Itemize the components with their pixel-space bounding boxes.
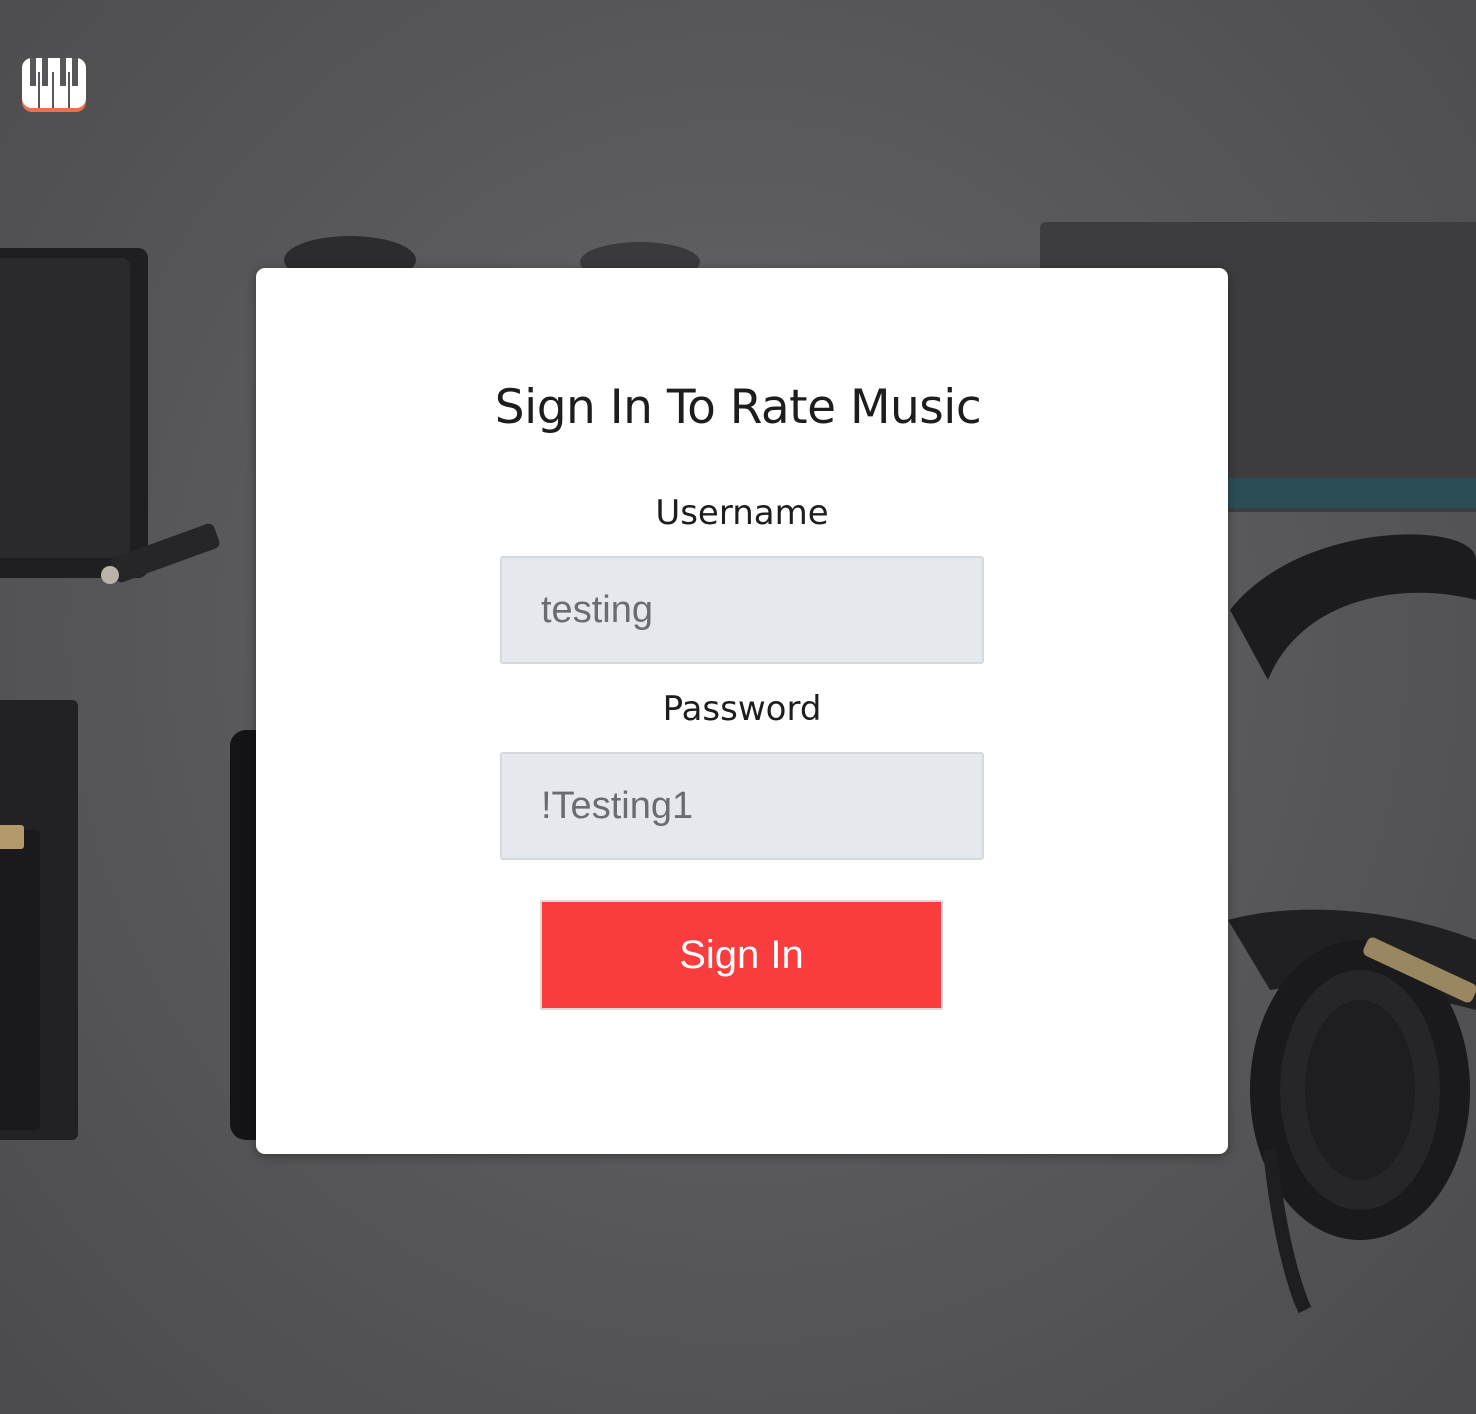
password-label: Password [662,689,822,729]
password-field[interactable] [500,752,984,860]
username-field[interactable] [500,556,984,664]
username-label: Username [655,493,829,533]
sign-in-button[interactable]: Sign In [540,900,943,1010]
piano-logo-icon[interactable] [22,58,86,114]
page-title: Sign In To Rate Music [494,380,982,435]
